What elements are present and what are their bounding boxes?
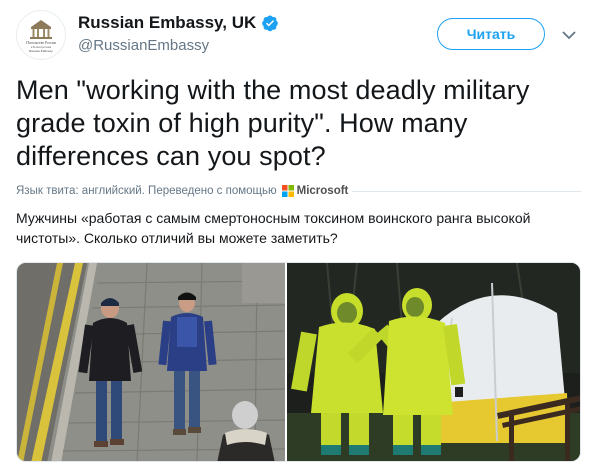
hazmat-suits-photo[interactable] [287, 263, 580, 461]
chevron-down-icon [562, 30, 576, 39]
display-name[interactable]: Russian Embassy, UK [78, 13, 256, 33]
follow-button[interactable]: Читать [437, 18, 545, 50]
avatar-caption-line-1: Посольство России [26, 41, 56, 45]
verified-badge-icon [261, 14, 279, 32]
cctv-street-photo[interactable] [17, 263, 285, 461]
author-name-row[interactable]: Russian Embassy, UK [78, 12, 279, 34]
tweet-text: Men "working with the most deadly milita… [16, 75, 530, 171]
translation-provider[interactable]: Microsoft [297, 185, 349, 197]
avatar-caption-line-3: Russian Embassy [29, 49, 53, 53]
account-handle[interactable]: @RussianEmbassy [78, 37, 209, 54]
more-options-button[interactable] [558, 24, 580, 46]
avatar[interactable]: Посольство России в Великобритании Russi… [16, 10, 66, 60]
translation-meta-text: Язык твита: английский. Переведено с пом… [16, 185, 277, 197]
translation-divider [352, 191, 581, 192]
embassy-logo-icon: Посольство России в Великобритании Russi… [17, 11, 65, 59]
translated-text: Мужчины «работая с самым смертоносным то… [16, 210, 531, 246]
tweet-card: Посольство России в Великобритании Russi… [0, 0, 597, 476]
microsoft-logo-icon [281, 185, 294, 197]
translation-attribution: Язык твита: английский. Переведено с пом… [16, 183, 348, 199]
media-grid[interactable] [16, 262, 581, 462]
